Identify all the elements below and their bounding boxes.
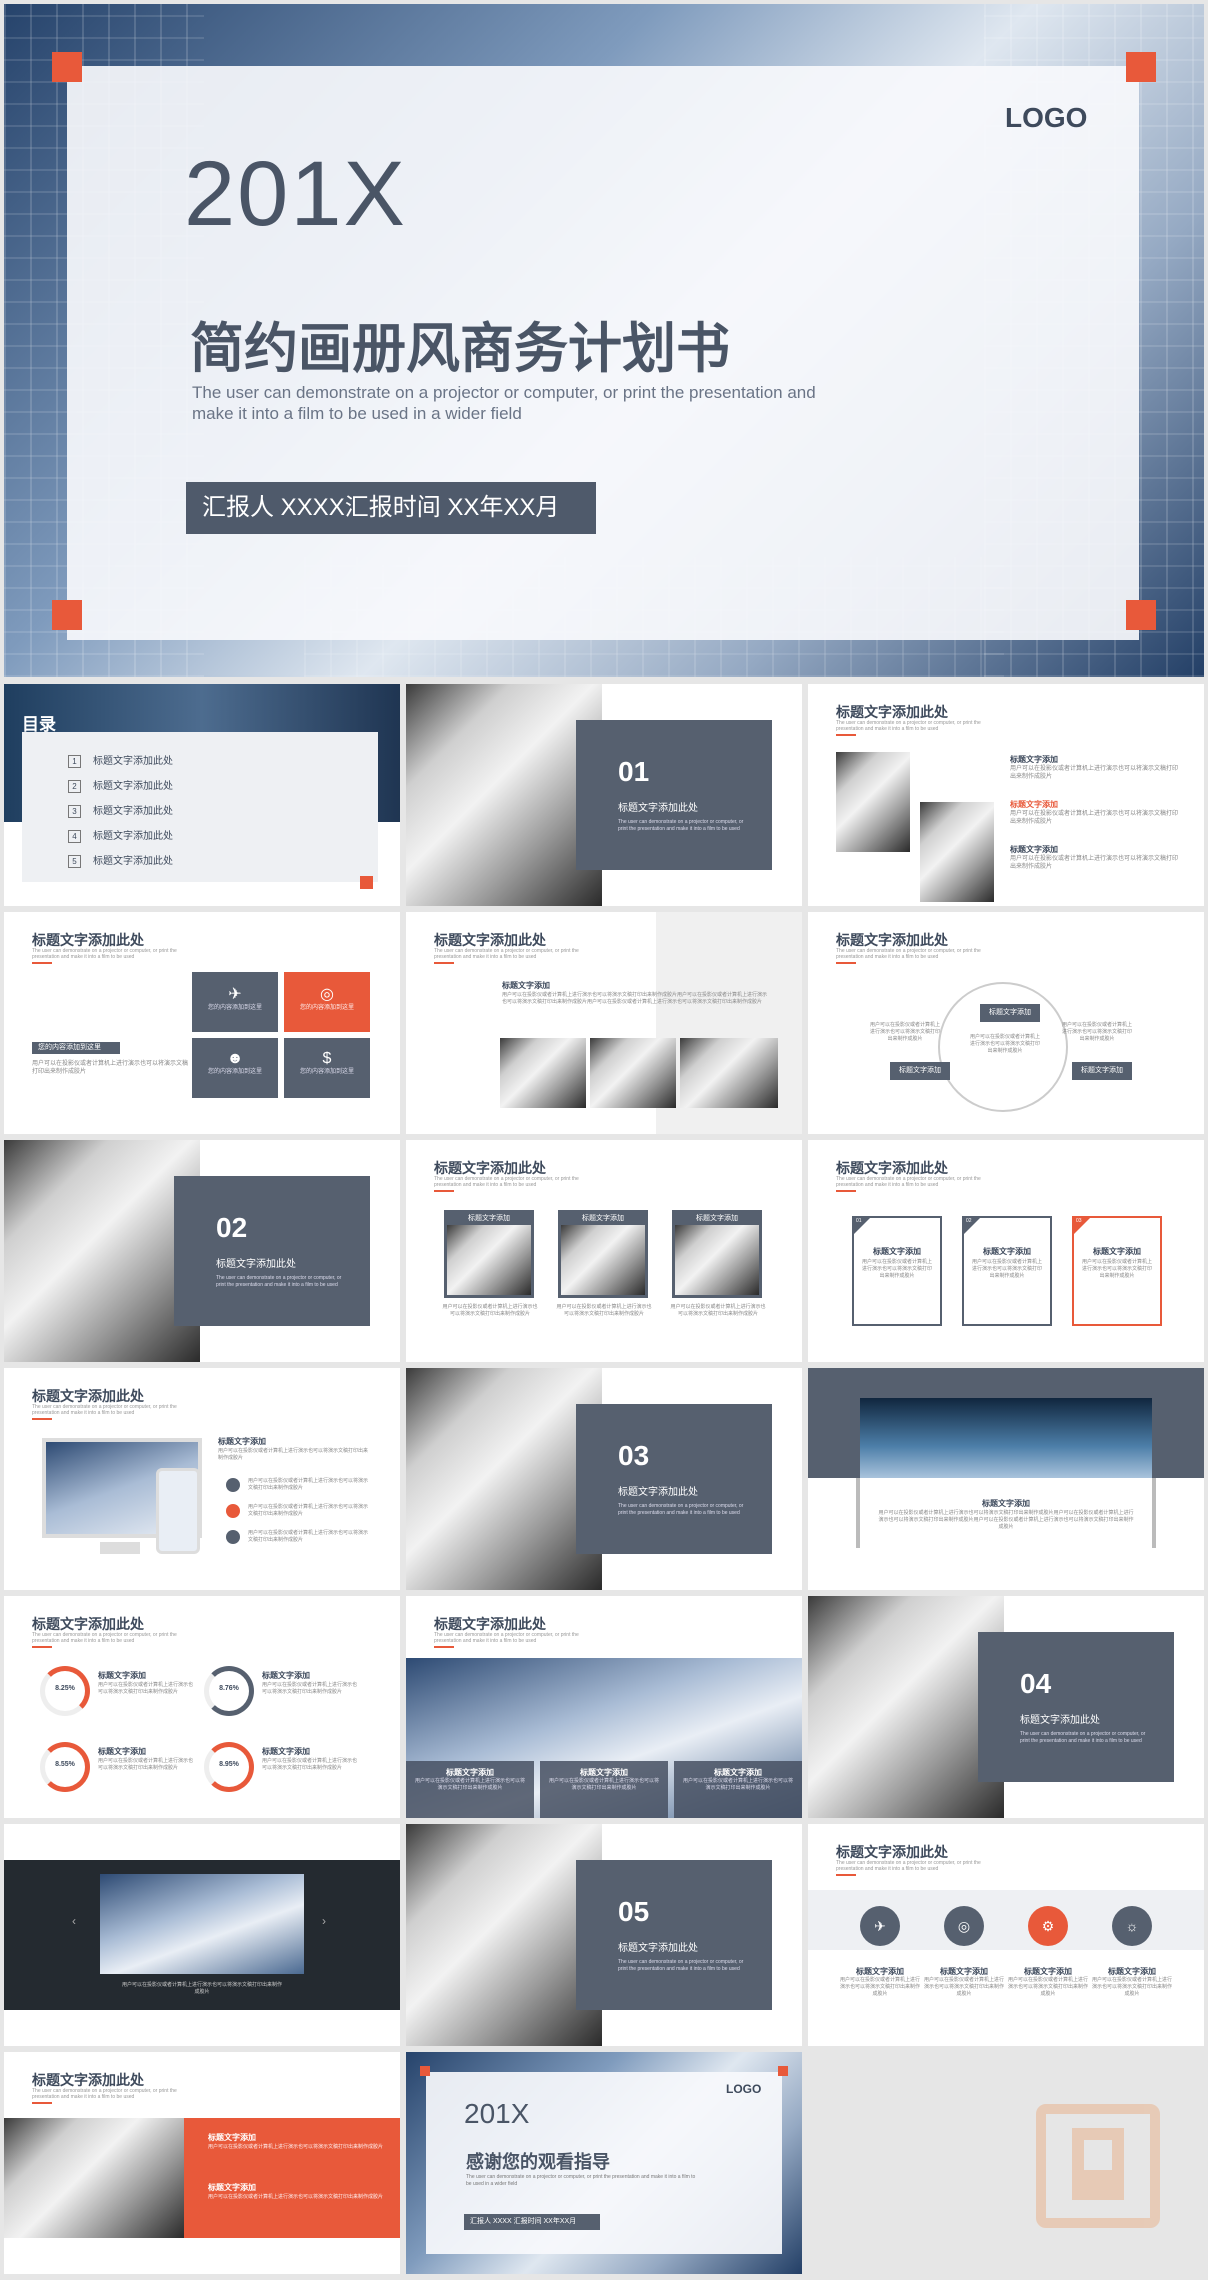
cards-slide[interactable]: 标题文字添加此处 The user can demonstrate on a p… — [808, 1140, 1204, 1362]
corner-accent — [52, 600, 82, 630]
cover-title: 简约画册风商务计划书 — [190, 319, 730, 379]
toc-item[interactable]: 5 标题文字添加此处 — [68, 852, 173, 877]
section-slide-02[interactable]: 02 标题文字添加此处 The user can demonstrate on … — [4, 1140, 400, 1362]
banner-slide[interactable]: 标题文字添加 用户可以在投影仪或者计算机上进行演示也可以将演示文稿打印出来制作成… — [808, 1368, 1204, 1590]
icon-grid-slide[interactable]: 标题文字添加此处 The user can demonstrate on a p… — [4, 912, 400, 1134]
target-icon: ◎ — [944, 1906, 984, 1946]
card[interactable]: 02 标题文字添加 用户可以在投影仪或者计算机上进行演示也可以将演示文稿打印出来制作… — [962, 1216, 1052, 1326]
slide-overview: LOGO 201X 简约画册风商务计划书 The user can demons… — [0, 0, 1208, 2280]
section-slide-01[interactable]: 01 标题文字添加此处 The user can demonstrate on … — [406, 684, 802, 906]
cover-subtitle: The user can demonstrate on a projector … — [192, 383, 816, 423]
money-bag-icon: $ — [322, 1050, 332, 1067]
section-slide-04[interactable]: 04 标题文字添加此处 The user can demonstrate on … — [808, 1596, 1204, 1818]
ending-title: 感谢您的观看指导 — [466, 2152, 610, 2172]
ending-year: 201X — [464, 2098, 530, 2129]
watermark-logo — [1036, 2104, 1160, 2228]
card[interactable]: 03 标题文字添加 用户可以在投影仪或者计算机上进行演示也可以将演示文稿打印出来制作… — [1072, 1216, 1162, 1326]
ending-slide[interactable]: 201X LOGO 感谢您的观看指导 The user can demonstr… — [406, 2052, 802, 2274]
section-slide-03[interactable]: 03 标题文字添加此处 The user can demonstrate on … — [406, 1368, 802, 1590]
carousel-slide[interactable]: ‹ › 用户可以在投影仪或者计算机上进行演示也可以将演示文稿打印出来制作成胶片 — [4, 1824, 400, 2046]
toc-slide[interactable]: 目录 1 标题文字添加此处 2 标题文字添加此处 3 标题文字添加此处 4 标题文字添加… — [4, 684, 400, 906]
icon-tile[interactable]: ☻ 您的内容添加到这里 — [192, 1038, 278, 1098]
bulb-icon: ☼ — [1112, 1906, 1152, 1946]
toc-item[interactable]: 2 标题文字添加此处 — [68, 777, 173, 802]
logo: LOGO — [1005, 102, 1088, 133]
chevron-right-icon[interactable]: › — [322, 1914, 326, 1928]
head-icon: ☻ — [226, 1050, 244, 1067]
toc-item[interactable]: 4 标题文字添加此处 — [68, 827, 173, 852]
cover-year: 201X — [184, 143, 407, 245]
content-slide[interactable]: 标题文字添加此处 The user can demonstrate on a p… — [808, 684, 1204, 906]
corner-accent — [1126, 600, 1156, 630]
cycle-slide[interactable]: 标题文字添加此处 The user can demonstrate on a p… — [808, 912, 1204, 1134]
section-slide-05[interactable]: 05 标题文字添加此处 The user can demonstrate on … — [406, 1824, 802, 2046]
donut-slide[interactable]: 标题文字添加此处 The user can demonstrate on a p… — [4, 1596, 400, 1818]
toc-list: 1 标题文字添加此处 2 标题文字添加此处 3 标题文字添加此处 4 标题文字添加此处 … — [68, 752, 173, 877]
network-icon: ⚙ — [1028, 1906, 1068, 1946]
text-photo-slide[interactable]: 标题文字添加此处 The user can demonstrate on a p… — [406, 912, 802, 1134]
icon-tile[interactable]: $ 您的内容添加到这里 — [284, 1038, 370, 1098]
logo: LOGO — [726, 2082, 762, 2096]
four-icons-slide[interactable]: 标题文字添加此处 The user can demonstrate on a p… — [808, 1824, 1204, 2046]
corner-accent — [52, 52, 82, 82]
cover-slide[interactable]: LOGO 201X 简约画册风商务计划书 The user can demons… — [4, 4, 1204, 677]
corner-accent — [1126, 52, 1156, 82]
toc-heading: 目录 — [22, 715, 56, 734]
run-icon: ✈ — [228, 986, 242, 1003]
card[interactable]: 01 标题文字添加 用户可以在投影仪或者计算机上进行演示也可以将演示文稿打印出来制作… — [852, 1216, 942, 1326]
device-slide[interactable]: 标题文字添加此处 The user can demonstrate on a p… — [4, 1368, 400, 1590]
icon-tile[interactable]: ✈ 您的内容添加到这里 — [192, 972, 278, 1032]
toc-item[interactable]: 3 标题文字添加此处 — [68, 802, 173, 827]
target-icon: ◎ — [320, 986, 334, 1003]
chevron-left-icon[interactable]: ‹ — [72, 1914, 76, 1928]
reporter-box: 汇报人 XXXX汇报时间 XX年XX月 — [186, 482, 596, 534]
photo-orange-slide[interactable]: 标题文字添加此处 The user can demonstrate on a p… — [4, 2052, 400, 2274]
phone-mockup — [156, 1468, 200, 1554]
run-icon: ✈ — [860, 1906, 900, 1946]
toc-item[interactable]: 1 标题文字添加此处 — [68, 752, 173, 777]
icon-tile[interactable]: ◎ 您的内容添加到这里 — [284, 972, 370, 1032]
three-photo-slide[interactable]: 标题文字添加此处 The user can demonstrate on a p… — [406, 1140, 802, 1362]
triple-city-slide[interactable]: 标题文字添加此处 The user can demonstrate on a p… — [406, 1596, 802, 1818]
